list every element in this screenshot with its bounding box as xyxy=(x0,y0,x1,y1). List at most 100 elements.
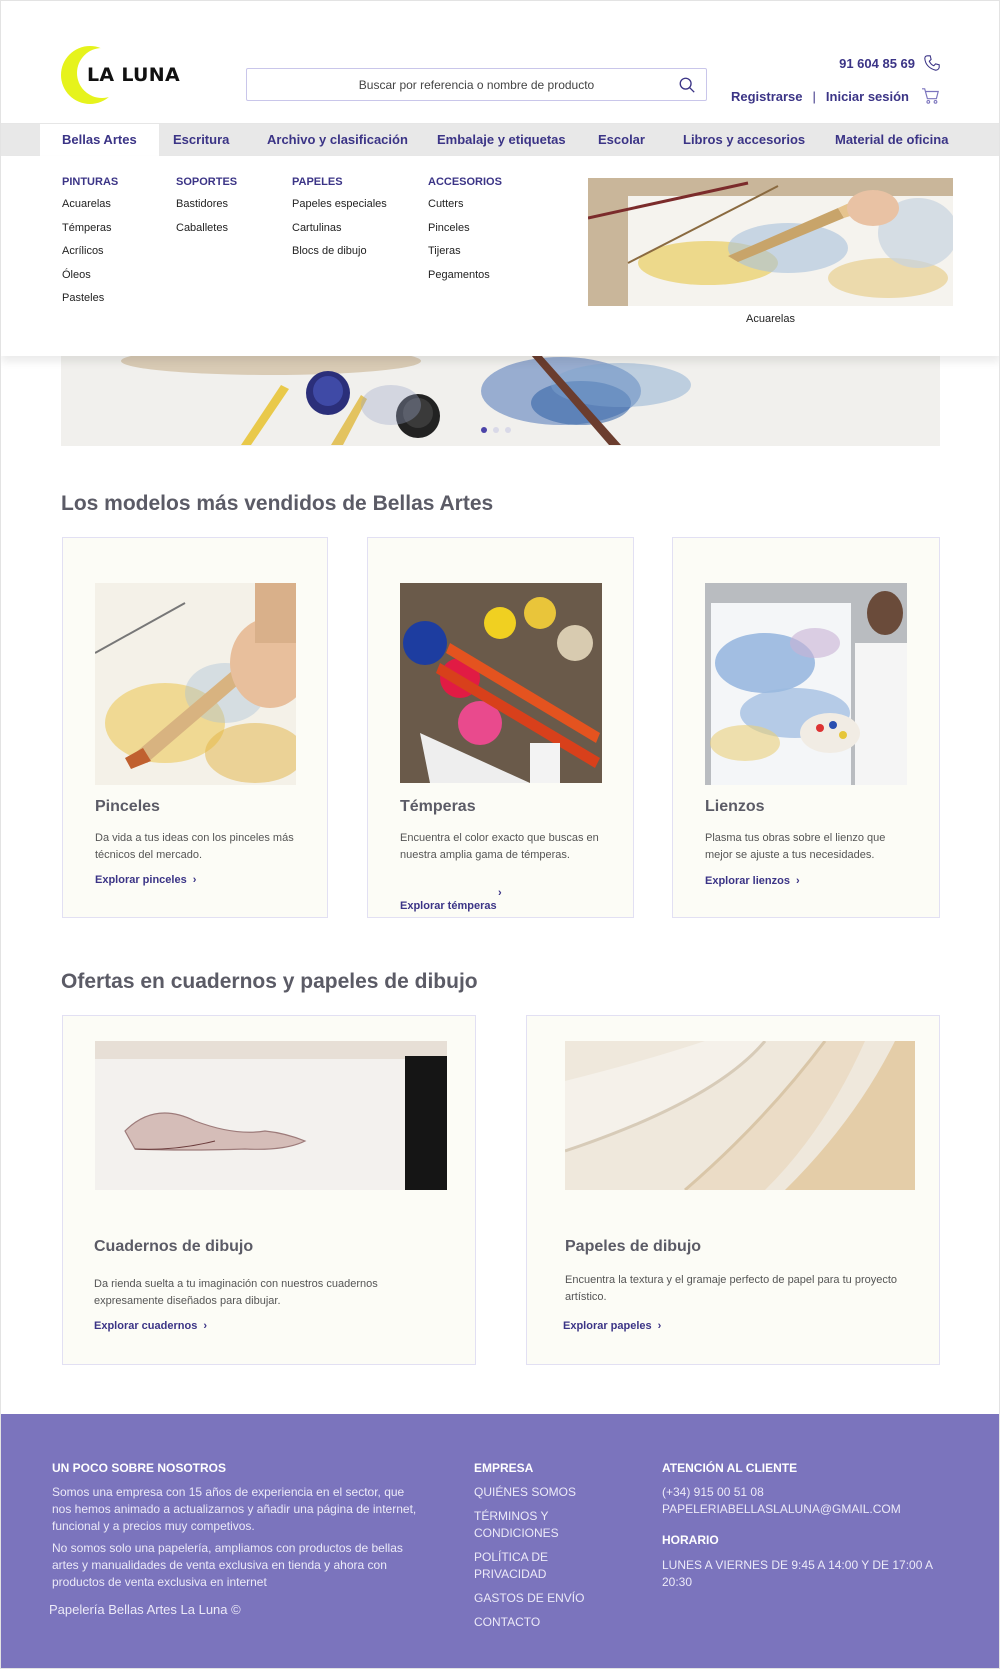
menu-feature-image[interactable] xyxy=(588,178,953,306)
carousel-dot-2[interactable] xyxy=(493,427,499,433)
card-description: Encuentra la textura y el gramaje perfec… xyxy=(565,1274,898,1303)
offer-card-papeles[interactable]: Papeles de dibujo Encuentra la textura y… xyxy=(526,1015,940,1365)
site-header: LA LUNA Buscar por referencia o nombre d… xyxy=(1,1,999,124)
footer-link-quienes-somos[interactable]: QUIÉNES SOMOS xyxy=(474,1484,604,1501)
carousel-dot-1[interactable] xyxy=(481,427,487,433)
main-nav: Bellas Artes Escritura Archivo y clasifi… xyxy=(1,124,999,156)
menu-item-oleos[interactable]: Óleos xyxy=(62,268,118,292)
footer-copyright: Papelería Bellas Artes La Luna © xyxy=(49,1602,241,1617)
menu-item-pasteles[interactable]: Pasteles xyxy=(62,291,118,315)
card-description: Da vida a tus ideas con los pinceles más… xyxy=(95,832,294,861)
footer-link-contacto[interactable]: CONTACTO xyxy=(474,1614,604,1631)
nav-item-embalaje[interactable]: Embalaje y etiquetas xyxy=(437,124,566,156)
chevron-right-icon: › xyxy=(203,1320,207,1332)
explore-papeles-link[interactable]: Explorar papeles › xyxy=(563,1320,661,1332)
footer-support-phone[interactable]: (+34) 915 00 51 08 xyxy=(662,1484,764,1501)
footer-link-privacidad[interactable]: POLÍTICA DE PRIVACIDAD xyxy=(474,1549,574,1583)
menu-item-cutters[interactable]: Cutters xyxy=(428,197,502,221)
chevron-right-icon: › xyxy=(498,887,502,899)
carousel-dot-3[interactable] xyxy=(505,427,511,433)
chevron-right-icon: › xyxy=(795,875,800,887)
footer-support-title: ATENCIÓN AL CLIENTE xyxy=(662,1461,798,1475)
footer-about-text-2: No somos solo una papelería, ampliamos c… xyxy=(52,1541,403,1589)
card-image xyxy=(95,583,296,785)
phone-icon xyxy=(924,55,940,71)
card-image xyxy=(705,583,907,785)
menu-column-title: SOPORTES xyxy=(176,176,238,188)
menu-item-acrilicos[interactable]: Acrílicos xyxy=(62,244,118,268)
product-card-temperas[interactable]: Témperas Encuentra el color exacto que b… xyxy=(367,537,634,918)
footer-support-email[interactable]: PAPELERIABELLASLALUNA@GMAIL.COM xyxy=(662,1501,901,1518)
nav-item-escritura[interactable]: Escritura xyxy=(173,124,229,156)
menu-item-acuarelas[interactable]: Acuarelas xyxy=(62,197,118,221)
product-card-lienzos[interactable]: Lienzos Plasma tus obras sobre el lienzo… xyxy=(672,537,940,918)
footer-hours: LUNES A VIERNES DE 9:45 A 14:00 Y DE 17:… xyxy=(662,1558,933,1589)
card-description: Encuentra el color exacto que buscas en … xyxy=(400,832,599,861)
card-description: Plasma tus obras sobre el lienzo que mej… xyxy=(705,832,886,861)
footer-company-title: EMPRESA xyxy=(474,1461,534,1475)
explore-temperas-link[interactable]: Explorar témperas xyxy=(400,900,497,912)
menu-column-soportes: SOPORTES Bastidores Caballetes xyxy=(176,176,237,244)
nav-item-archivo[interactable]: Archivo y clasificación xyxy=(267,124,408,156)
nav-item-libros[interactable]: Libros y accesorios xyxy=(683,124,805,156)
phone-link[interactable]: 91 604 85 69 xyxy=(839,54,941,72)
menu-column-title: PINTURAS xyxy=(62,176,119,188)
card-link-label: Explorar lienzos xyxy=(705,875,790,887)
card-title: Papeles de dibujo xyxy=(565,1238,702,1255)
nav-item-escolar[interactable]: Escolar xyxy=(598,124,645,156)
bestsellers-title: Los modelos más vendidos de Bellas Artes xyxy=(61,492,494,515)
menu-column-papeles: PAPELES Papeles especiales Cartulinas Bl… xyxy=(292,176,387,268)
card-title: Témperas xyxy=(400,798,476,815)
page: LA LUNA Buscar por referencia o nombre d… xyxy=(0,0,1000,1669)
chevron-right-icon: › xyxy=(657,1320,662,1332)
separator: | xyxy=(812,88,816,104)
footer-hours-title: HORARIO xyxy=(662,1533,719,1547)
nav-item-bellas-artes[interactable]: Bellas Artes xyxy=(40,124,159,156)
menu-item-tijeras[interactable]: Tijeras xyxy=(428,244,502,268)
menu-item-pegamentos[interactable]: Pegamentos xyxy=(428,268,502,292)
register-link[interactable]: Registrarse xyxy=(731,89,803,104)
offer-card-cuadernos[interactable]: Cuadernos de dibujo Da rienda suelta a t… xyxy=(62,1015,476,1365)
explore-cuadernos-link[interactable]: Explorar cuadernos › xyxy=(94,1320,207,1332)
nav-item-material-oficina[interactable]: Material de oficina xyxy=(835,124,948,156)
menu-item-cartulinas[interactable]: Cartulinas xyxy=(292,221,387,245)
menu-item-blocs-de-dibujo[interactable]: Blocs de dibujo xyxy=(292,244,387,268)
menu-item-papeles-especiales[interactable]: Papeles especiales xyxy=(292,197,387,221)
footer-link-gastos-envio[interactable]: GASTOS DE ENVÍO xyxy=(474,1590,614,1607)
card-description: Da rienda suelta a tu imaginación con nu… xyxy=(94,1278,378,1307)
menu-column-accesorios: ACCESORIOS Cutters Pinceles Tijeras Pega… xyxy=(428,176,502,291)
card-image xyxy=(400,583,602,783)
cart-icon[interactable] xyxy=(921,87,941,105)
logo[interactable]: LA LUNA xyxy=(61,46,181,106)
product-card-pinceles[interactable]: Pinceles Da vida a tus ideas con los pin… xyxy=(62,537,328,918)
footer-about-text-1: Somos una empresa con 15 años de experie… xyxy=(52,1485,417,1533)
menu-item-temperas[interactable]: Témperas xyxy=(62,221,118,245)
footer-link-terminos[interactable]: TÉRMINOS Y CONDICIONES xyxy=(474,1508,604,1542)
card-link-label: Explorar pinceles xyxy=(95,874,187,886)
site-footer: UN POCO SOBRE NOSOTROS Somos una empresa… xyxy=(1,1414,999,1668)
phone-number: 91 604 85 69 xyxy=(839,55,915,71)
search-input[interactable]: Buscar por referencia o nombre de produc… xyxy=(246,68,707,101)
menu-item-caballetes[interactable]: Caballetes xyxy=(176,221,237,245)
chevron-right-icon: › xyxy=(192,874,197,886)
explore-pinceles-link[interactable]: Explorar pinceles › xyxy=(95,874,196,886)
login-link[interactable]: Iniciar sesión xyxy=(826,89,909,104)
search-icon[interactable] xyxy=(678,76,696,94)
card-link-label: Explorar témperas xyxy=(400,900,497,912)
logo-text: LA LUNA xyxy=(87,64,180,86)
menu-column-pinturas: PINTURAS Acuarelas Témperas Acrílicos Ól… xyxy=(62,176,118,315)
account-links: Registrarse | Iniciar sesión xyxy=(731,87,941,105)
explore-lienzos-link[interactable]: Explorar lienzos › xyxy=(705,875,800,887)
mega-menu: PINTURAS Acuarelas Témperas Acrílicos Ól… xyxy=(1,156,999,356)
card-link-label: Explorar papeles xyxy=(563,1320,652,1332)
carousel-dots xyxy=(481,427,511,433)
menu-item-pinceles[interactable]: Pinceles xyxy=(428,221,502,245)
card-title: Cuadernos de dibujo xyxy=(94,1238,254,1255)
card-title: Lienzos xyxy=(705,798,765,815)
card-image xyxy=(565,1041,915,1190)
card-title: Pinceles xyxy=(95,798,160,815)
menu-item-bastidores[interactable]: Bastidores xyxy=(176,197,237,221)
card-link-label: Explorar cuadernos xyxy=(94,1320,198,1332)
search-placeholder: Buscar por referencia o nombre de produc… xyxy=(358,77,595,92)
footer-about-title: UN POCO SOBRE NOSOTROS xyxy=(52,1461,227,1475)
